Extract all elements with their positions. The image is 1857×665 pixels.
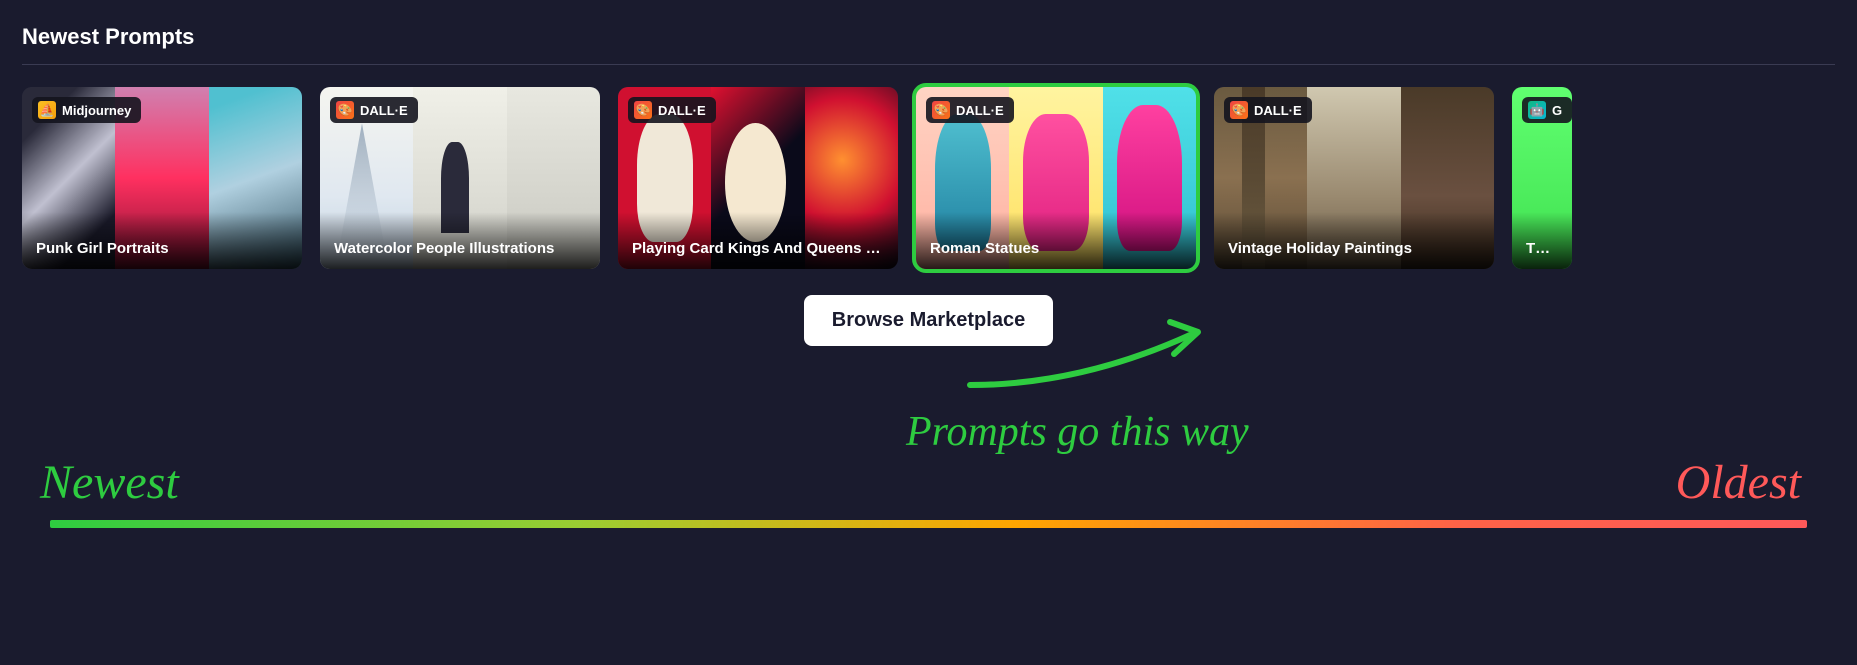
engine-label: G: [1552, 103, 1562, 118]
card-title: Playing Card Kings And Queens - P…: [618, 212, 898, 269]
card-title: Watercolor People Illustrations: [320, 212, 600, 269]
card-title: Punk Girl Portraits: [22, 212, 302, 269]
annotation-label: Prompts go this way: [906, 408, 1249, 456]
section-title: Newest Prompts: [0, 0, 1857, 64]
prompt-card[interactable]: 🎨 DALL·E Playing Card Kings And Queens -…: [618, 87, 898, 269]
engine-badge: 🎨 DALL·E: [628, 97, 716, 123]
prompt-card[interactable]: 🎨 DALL·E Watercolor People Illustrations: [320, 87, 600, 269]
midjourney-icon: ⛵: [38, 101, 56, 119]
dalle-icon: 🎨: [1230, 101, 1248, 119]
card-title: The Pr: [1512, 212, 1572, 269]
timeline-gradient-bar: [50, 520, 1807, 528]
oldest-label: Oldest: [1676, 455, 1801, 510]
annotation-arrow-icon: [960, 310, 1220, 400]
engine-badge: ⛵ Midjourney: [32, 97, 141, 123]
engine-label: DALL·E: [956, 103, 1004, 118]
prompt-card[interactable]: 🎨 DALL·E Vintage Holiday Paintings: [1214, 87, 1494, 269]
engine-label: DALL·E: [360, 103, 408, 118]
dalle-icon: 🎨: [932, 101, 950, 119]
prompt-card-highlighted[interactable]: 🎨 DALL·E Roman Statues: [916, 87, 1196, 269]
engine-badge: 🤖 G: [1522, 97, 1572, 123]
prompt-card[interactable]: ⛵ Midjourney Punk Girl Portraits: [22, 87, 302, 269]
engine-label: Midjourney: [62, 103, 131, 118]
card-title: Vintage Holiday Paintings: [1214, 212, 1494, 269]
engine-badge: 🎨 DALL·E: [330, 97, 418, 123]
engine-label: DALL·E: [1254, 103, 1302, 118]
card-title: Roman Statues: [916, 212, 1196, 269]
prompt-card[interactable]: 🤖 G The Pr: [1512, 87, 1572, 269]
dalle-icon: 🎨: [336, 101, 354, 119]
newest-label: Newest: [40, 455, 179, 510]
prompt-card-row: ⛵ Midjourney Punk Girl Portraits 🎨 DALL·…: [0, 65, 1857, 291]
engine-badge: 🎨 DALL·E: [926, 97, 1014, 123]
dalle-icon: 🎨: [634, 101, 652, 119]
gpt-icon: 🤖: [1528, 101, 1546, 119]
engine-label: DALL·E: [658, 103, 706, 118]
engine-badge: 🎨 DALL·E: [1224, 97, 1312, 123]
